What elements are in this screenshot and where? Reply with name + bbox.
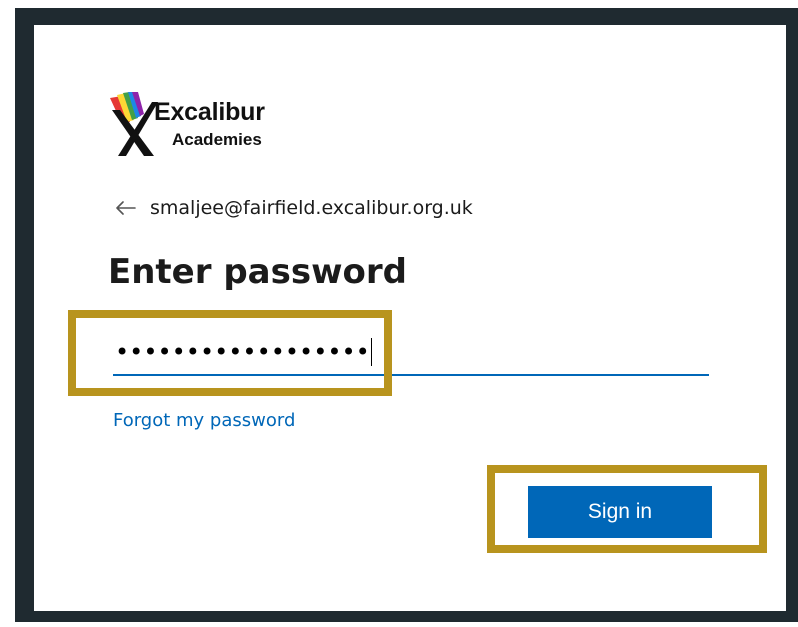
password-masked-value: •••••••••••••••••• xyxy=(115,338,370,366)
identity-email: smaljee@fairfield.excalibur.org.uk xyxy=(150,197,473,219)
brand-subtitle: Academies xyxy=(172,130,262,149)
page-title: Enter password xyxy=(108,252,407,292)
password-input[interactable]: •••••••••••••••••• xyxy=(113,330,709,376)
sign-in-button[interactable]: Sign in xyxy=(528,486,712,538)
identity-banner: smaljee@fairfield.excalibur.org.uk xyxy=(116,193,473,223)
text-caret xyxy=(370,338,373,366)
forgot-password-link[interactable]: Forgot my password xyxy=(113,410,295,431)
arrow-left-icon[interactable] xyxy=(116,201,136,215)
brand-name: Excalibur xyxy=(154,98,265,126)
excalibur-logo: Excalibur Academies xyxy=(108,92,308,158)
